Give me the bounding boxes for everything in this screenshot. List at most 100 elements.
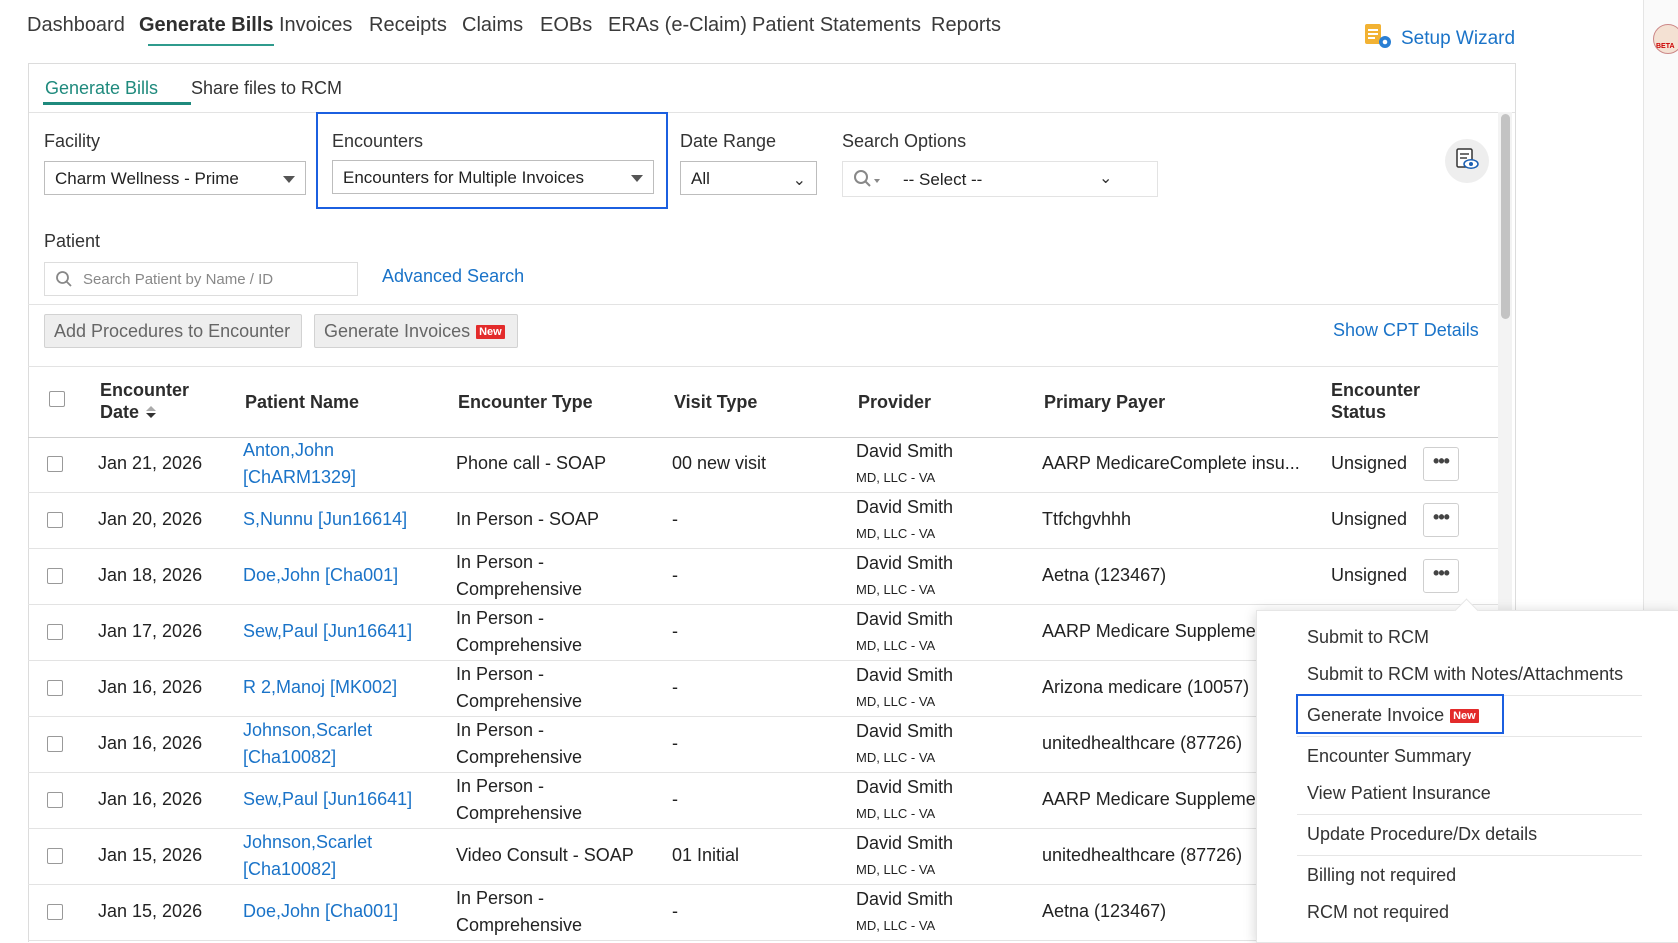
encounter-date: Jan 16, 2026 [98, 789, 203, 809]
row-checkbox[interactable] [47, 512, 63, 528]
menu-view-patient-insurance[interactable]: View Patient Insurance [1307, 783, 1491, 804]
patient-name-link[interactable]: Johnson,Scarlet [Cha10082] [243, 717, 372, 771]
show-cpt-details-link[interactable]: Show CPT Details [1333, 320, 1479, 341]
patient-name-link[interactable]: Sew,Paul [Jun16641] [243, 618, 412, 645]
menu-submit-to-rcm-notes[interactable]: Submit to RCM with Notes/Attachments [1307, 664, 1623, 685]
column-encounter-date[interactable]: Encounter Date [100, 379, 189, 424]
encounter-type-line: In Person - [456, 720, 545, 740]
encounter-type-line: Comprehensive [456, 747, 583, 767]
table-row: Jan 20, 2026 S,Nunnu [Jun16614] In Person … [28, 492, 1498, 549]
caret-down-icon [283, 176, 295, 183]
encounter-type-line: In Person - SOAP [456, 509, 600, 529]
add-procedures-button[interactable]: Add Procedures to Encounter [44, 314, 302, 348]
patient-name-link[interactable]: Sew,Paul [Jun16641] [243, 786, 412, 813]
row-actions-button[interactable]: ••• [1423, 447, 1459, 481]
patient-name-link[interactable]: Doe,John [Cha001] [243, 562, 398, 589]
view-columns-button[interactable] [1445, 139, 1489, 183]
header-text: Encounter [1331, 380, 1421, 400]
menu-submit-to-rcm[interactable]: Submit to RCM [1307, 627, 1429, 648]
nav-invoices[interactable]: Invoices [279, 14, 352, 37]
row-checkbox[interactable] [47, 904, 63, 920]
facility-value: Charm Wellness - Prime [55, 169, 239, 188]
encounter-date: Jan 15, 2026 [98, 845, 203, 865]
visit-type: - [672, 733, 678, 753]
row-actions-menu: Submit to RCM Submit to RCM with Notes/A… [1256, 610, 1678, 943]
nav-generate-bills[interactable]: Generate Bills [139, 14, 274, 37]
divider [28, 304, 1498, 305]
menu-update-procedure[interactable]: Update Procedure/Dx details [1307, 824, 1537, 845]
setup-wizard-link[interactable]: Setup Wizard [1363, 22, 1515, 56]
active-nav-underline [148, 44, 274, 46]
row-checkbox[interactable] [47, 792, 63, 808]
subtab-share-files[interactable]: Share files to RCM [191, 78, 342, 99]
row-checkbox[interactable] [47, 624, 63, 640]
patient-name-link[interactable]: S,Nunnu [Jun16614] [243, 506, 407, 533]
encounter-type-line: In Person - [456, 888, 545, 908]
nav-receipts[interactable]: Receipts [369, 14, 447, 37]
patient-name-link[interactable]: Anton,John [ChARM1329] [243, 437, 356, 491]
visit-type: - [672, 789, 678, 809]
patient-name-line: Johnson,Scarlet [243, 720, 373, 740]
visit-type: - [672, 677, 678, 697]
row-checkbox[interactable] [47, 456, 63, 472]
patient-name-line: Anton,John [243, 440, 335, 460]
encounter-status: Unsigned [1331, 509, 1408, 529]
scrollbar-thumb[interactable] [1501, 114, 1510, 319]
row-checkbox[interactable] [47, 568, 63, 584]
patient-name-link[interactable]: R 2,Manoj [MK002] [243, 674, 397, 701]
row-actions-button[interactable]: ••• [1423, 559, 1459, 593]
subtab-generate-bills[interactable]: Generate Bills [45, 78, 158, 99]
encounter-date: Jan 16, 2026 [98, 677, 203, 697]
provider-name: David Smith [856, 721, 954, 741]
select-all-checkbox[interactable] [49, 391, 65, 407]
facility-select[interactable]: Charm Wellness - Prime [44, 161, 306, 195]
patient-name-link[interactable]: Johnson,Scarlet [Cha10082] [243, 829, 372, 883]
primary-payer: AARP MedicareComplete insu... [1042, 453, 1300, 473]
search-options-select[interactable]: -- Select -- ⌄ [842, 161, 1158, 197]
row-actions-button[interactable]: ••• [1423, 503, 1459, 537]
nav-reports[interactable]: Reports [931, 14, 1001, 37]
advanced-search-link[interactable]: Advanced Search [382, 266, 524, 287]
row-checkbox[interactable] [47, 680, 63, 696]
provider-name: David Smith [856, 889, 954, 909]
column-primary-payer: Primary Payer [1044, 392, 1166, 412]
row-checkbox[interactable] [47, 848, 63, 864]
patient-name-link[interactable]: Doe,John [Cha001] [243, 898, 398, 925]
chevron-down-icon: ⌄ [1099, 170, 1113, 187]
provider-name: David Smith [856, 833, 954, 853]
generate-invoices-button[interactable]: Generate Invoices New [314, 314, 518, 348]
patient-search-input[interactable]: Search Patient by Name / ID [44, 262, 358, 296]
menu-rcm-not-required[interactable]: RCM not required [1307, 902, 1449, 923]
date-range-select[interactable]: All ⌄ [680, 161, 817, 195]
provider-name: David Smith [856, 609, 954, 629]
encounters-highlight-box [316, 112, 668, 209]
visit-type: - [672, 621, 678, 641]
provider-practice: MD, LLC - VA [856, 750, 936, 765]
encounter-status: Unsigned [1331, 565, 1408, 585]
setup-wizard-icon [1363, 22, 1393, 56]
provider-practice: MD, LLC - VA [856, 526, 936, 541]
patient-id-line: [Cha10082] [243, 859, 337, 879]
primary-payer: Ttfchgvhhh [1042, 509, 1132, 529]
subtab-bar: Generate Bills Share files to RCM [29, 64, 1515, 113]
nav-patient-statements[interactable]: Patient Statements [752, 14, 921, 37]
encounter-date: Jan 18, 2026 [98, 565, 203, 585]
encounter-type: In Person - Comprehensive [456, 717, 582, 771]
nav-claims[interactable]: Claims [462, 14, 523, 37]
provider-practice: MD, LLC - VA [856, 694, 936, 709]
nav-dashboard[interactable]: Dashboard [27, 14, 125, 37]
user-avatar[interactable]: BETA [1653, 24, 1678, 54]
sort-icon[interactable] [145, 402, 157, 424]
visit-type: 01 Initial [672, 845, 740, 865]
beta-label: BETA [1656, 43, 1675, 50]
row-checkbox[interactable] [47, 736, 63, 752]
menu-encounter-summary[interactable]: Encounter Summary [1307, 746, 1471, 767]
menu-billing-not-required[interactable]: Billing not required [1307, 865, 1456, 886]
nav-eras[interactable]: ERAs (e-Claim) [608, 14, 747, 37]
header-text: Encounter [100, 380, 190, 400]
new-badge: New [476, 325, 505, 339]
search-options-value: -- Select -- [903, 170, 983, 189]
nav-eobs[interactable]: EOBs [540, 14, 592, 37]
column-provider: Provider [858, 392, 932, 412]
patient-name-line: R 2,Manoj [MK002] [243, 677, 398, 697]
